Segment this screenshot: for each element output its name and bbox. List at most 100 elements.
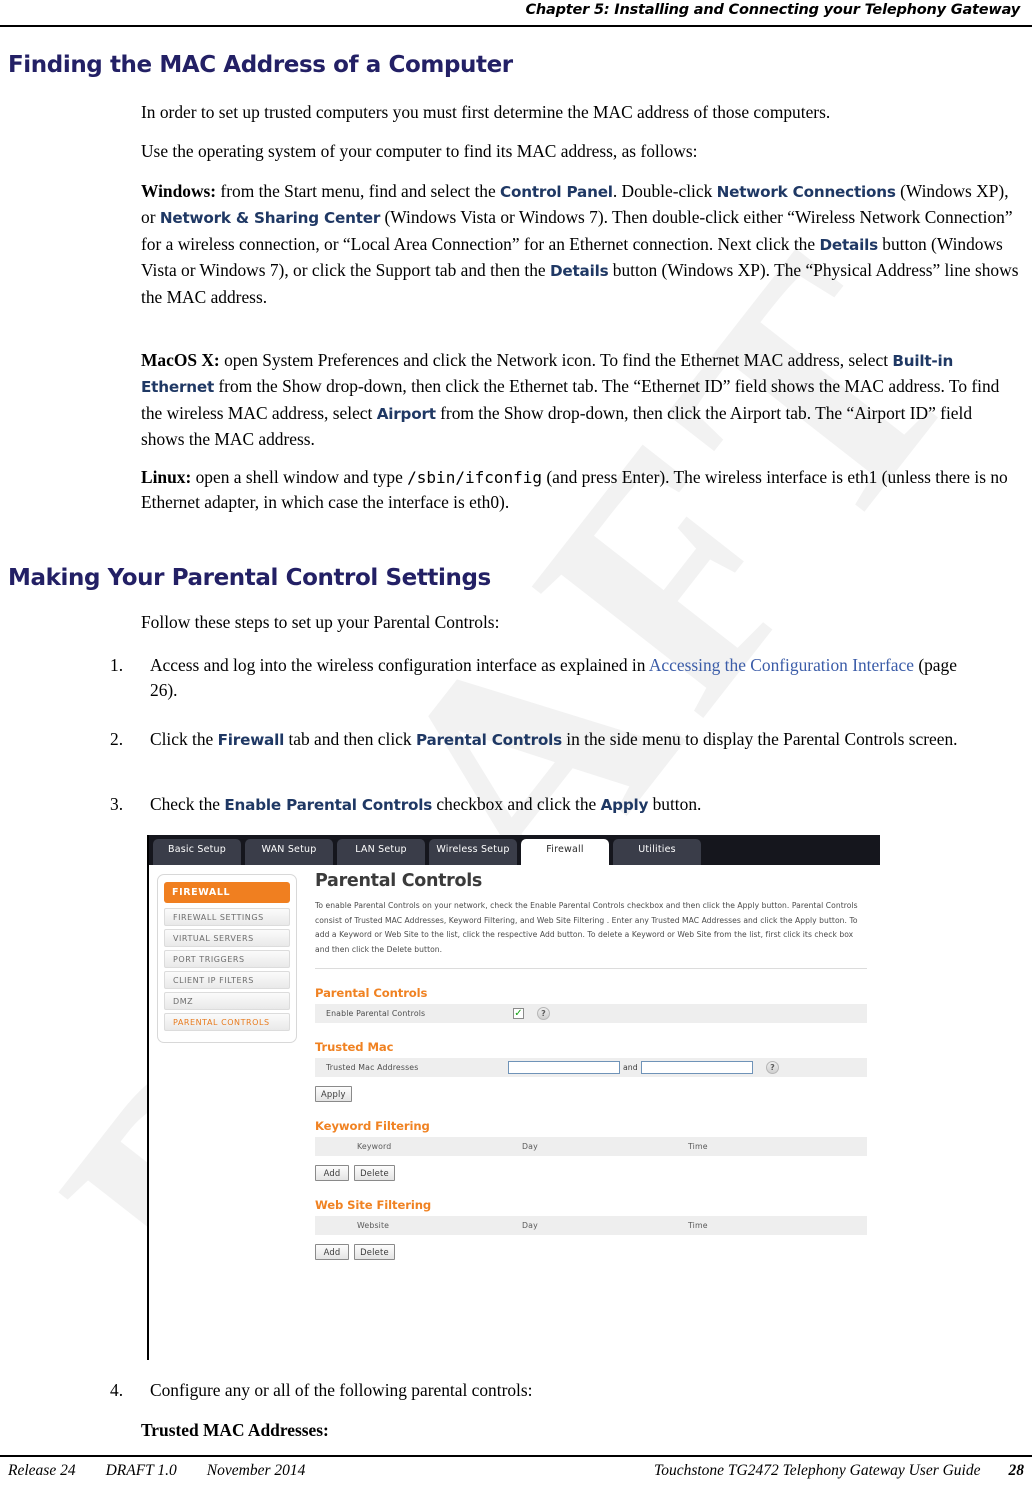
- page-title-mac-address: Finding the MAC Address of a Computer: [8, 52, 513, 78]
- paragraph-linux: Linux: open a shell window and type /sbi…: [141, 465, 1019, 516]
- list-item-step-4: 4. Configure any or all of the following…: [110, 1378, 1010, 1403]
- row-trusted-mac-addresses: Trusted Mac Addresses and ?: [315, 1058, 867, 1078]
- step3-text-2: checkbox and click the: [432, 794, 601, 814]
- subheading-trusted-mac-addresses: Trusted MAC Addresses:: [141, 1420, 329, 1440]
- ui-term-enable-parental-controls: Enable Parental Controls: [224, 796, 433, 814]
- paragraph-follow-steps: Follow these steps to set up your Parent…: [141, 612, 500, 632]
- ui-term-parental-controls: Parental Controls: [415, 731, 562, 749]
- list-item-step-1: 1. Access and log into the wireless conf…: [110, 653, 1010, 704]
- ui-term-airport: Airport: [376, 404, 436, 423]
- list-text-3: Check the Enable Parental Controls check…: [150, 792, 988, 818]
- tab-utilities[interactable]: Utilities: [613, 839, 701, 865]
- sidebar-item-virtual-servers[interactable]: VIRTUAL SERVERS: [164, 929, 290, 947]
- ui-term-control-panel: Control Panel: [500, 183, 613, 201]
- sidebar-item-dmz[interactable]: DMZ: [164, 992, 290, 1010]
- column-header-website: Website: [357, 1221, 390, 1231]
- running-header: Chapter 5: Installing and Connecting you…: [525, 2, 1020, 18]
- label-enable-parental-controls: Enable Parental Controls: [326, 1009, 426, 1019]
- group-heading-keyword-filtering: Keyword Filtering: [315, 1119, 430, 1134]
- router-main-pane: Parental Controls To enable Parental Con…: [315, 871, 867, 1261]
- figure-router-parental-controls-screenshot: Basic Setup WAN Setup LAN Setup Wireless…: [147, 835, 880, 1360]
- header-rule: [0, 25, 1032, 27]
- footer-draft: DRAFT 1.0: [105, 1462, 177, 1479]
- keyword-delete-button[interactable]: Delete: [354, 1165, 395, 1182]
- keyword-add-button[interactable]: Add: [315, 1165, 349, 1182]
- linux-text-1: open a shell window and type: [191, 467, 408, 487]
- footer-left: Release 24 DRAFT 1.0 November 2014: [8, 1462, 335, 1480]
- footer-guide-title: Touchstone TG2472 Telephony Gateway User…: [654, 1462, 981, 1479]
- column-header-website-time: Time: [688, 1221, 708, 1231]
- list-text-4: Configure any or all of the following pa…: [150, 1380, 533, 1400]
- ui-term-details-2: Details: [549, 262, 609, 281]
- sidebar-item-firewall-settings[interactable]: FIREWALL SETTINGS: [164, 908, 290, 926]
- ui-term-firewall: Firewall: [217, 731, 285, 749]
- router-intro-text: To enable Parental Controls on your netw…: [315, 901, 858, 954]
- footer-date: November 2014: [206, 1462, 306, 1479]
- windows-text-2: . Double-click: [612, 181, 717, 201]
- paragraph-macos: MacOS X: open System Preferences and cli…: [141, 348, 1019, 453]
- sidebar-item-parental-controls[interactable]: PARENTAL CONTROLS: [164, 1013, 290, 1031]
- step1-text-1: Access and log into the wireless configu…: [150, 655, 649, 675]
- input-trusted-mac-1[interactable]: [508, 1061, 620, 1075]
- column-header-keyword-day: Day: [522, 1142, 538, 1152]
- checkbox-enable-parental-controls[interactable]: ✓: [513, 1008, 524, 1020]
- column-header-website-day: Day: [522, 1221, 538, 1231]
- footer-page-number: 28: [1008, 1462, 1025, 1479]
- input-trusted-mac-2[interactable]: [641, 1061, 753, 1075]
- list-text-1: Access and log into the wireless configu…: [150, 653, 988, 704]
- sidebar-header-firewall: FIREWALL: [164, 882, 290, 903]
- figure-left-rule: [147, 835, 149, 1360]
- row-enable-parental-controls: Enable Parental Controls ✓ ?: [315, 1004, 867, 1024]
- ui-term-network-sharing-center: Network & Sharing Center: [159, 209, 381, 228]
- linux-label: Linux:: [141, 467, 192, 487]
- label-trusted-mac-addresses: Trusted Mac Addresses: [326, 1063, 419, 1073]
- table-header-website-filtering: Website Day Time: [315, 1216, 867, 1236]
- footer-right: Touchstone TG2472 Telephony Gateway User…: [654, 1462, 1024, 1480]
- list-marker-4: 4.: [110, 1380, 124, 1400]
- step2-text-2: tab and then click: [284, 729, 416, 749]
- column-header-keyword-time: Time: [688, 1142, 708, 1152]
- paragraph-intro-1: In order to set up trusted computers you…: [141, 102, 831, 122]
- column-header-keyword: Keyword: [357, 1142, 392, 1152]
- list-item-step-2: 2. Click the Firewall tab and then click…: [110, 727, 1010, 753]
- windows-label: Windows:: [141, 181, 217, 201]
- step3-text-3: button.: [648, 794, 702, 814]
- windows-text-1: from the Start menu, find and select the: [216, 181, 501, 201]
- page-title-parental-settings: Making Your Parental Control Settings: [8, 565, 491, 591]
- ui-term-details-1: Details: [819, 235, 878, 254]
- sidebar-item-client-ip-filters[interactable]: CLIENT IP FILTERS: [164, 971, 290, 989]
- list-marker-1: 1.: [110, 655, 124, 675]
- table-header-keyword-filtering: Keyword Day Time: [315, 1137, 867, 1157]
- step2-text-1: Click the: [150, 729, 218, 749]
- list-marker-2: 2.: [110, 729, 124, 749]
- group-heading-trusted-mac: Trusted Mac: [315, 1040, 394, 1055]
- tab-wan-setup[interactable]: WAN Setup: [245, 839, 333, 865]
- step3-text-1: Check the: [150, 794, 225, 814]
- ui-term-apply: Apply: [600, 796, 649, 814]
- router-body: FIREWALL FIREWALL SETTINGS VIRTUAL SERVE…: [147, 865, 880, 1360]
- router-sidebar: FIREWALL FIREWALL SETTINGS VIRTUAL SERVE…: [157, 874, 297, 1043]
- website-add-button[interactable]: Add: [315, 1244, 349, 1261]
- ui-term-network-connections: Network Connections: [716, 183, 896, 201]
- footer-rule: [0, 1455, 1032, 1457]
- tab-lan-setup[interactable]: LAN Setup: [337, 839, 425, 865]
- paragraph-intro-2: Use the operating system of your compute…: [141, 141, 698, 161]
- sidebar-item-port-triggers[interactable]: PORT TRIGGERS: [164, 950, 290, 968]
- apply-button[interactable]: Apply: [315, 1086, 352, 1103]
- list-item-step-3: 3. Check the Enable Parental Controls ch…: [110, 792, 1010, 818]
- website-delete-button[interactable]: Delete: [354, 1244, 395, 1261]
- macos-label: MacOS X:: [141, 350, 220, 370]
- command-ifconfig: /sbin/ifconfig: [407, 468, 543, 487]
- xref-accessing-configuration-interface[interactable]: Accessing the Configuration Interface: [649, 655, 914, 675]
- help-icon-trusted-mac[interactable]: ?: [766, 1061, 779, 1075]
- tab-wireless-setup[interactable]: Wireless Setup: [429, 839, 517, 865]
- list-marker-3: 3.: [110, 794, 124, 814]
- tab-firewall[interactable]: Firewall: [521, 839, 609, 865]
- tab-basic-setup[interactable]: Basic Setup: [153, 839, 241, 865]
- macos-text-1: open System Preferences and click the Ne…: [219, 350, 893, 370]
- label-and: and: [623, 1063, 638, 1073]
- list-text-2: Click the Firewall tab and then click Pa…: [150, 727, 988, 753]
- footer-release: Release 24: [8, 1462, 76, 1479]
- help-icon-parental-controls[interactable]: ?: [537, 1007, 550, 1021]
- router-tab-bar: Basic Setup WAN Setup LAN Setup Wireless…: [147, 835, 880, 865]
